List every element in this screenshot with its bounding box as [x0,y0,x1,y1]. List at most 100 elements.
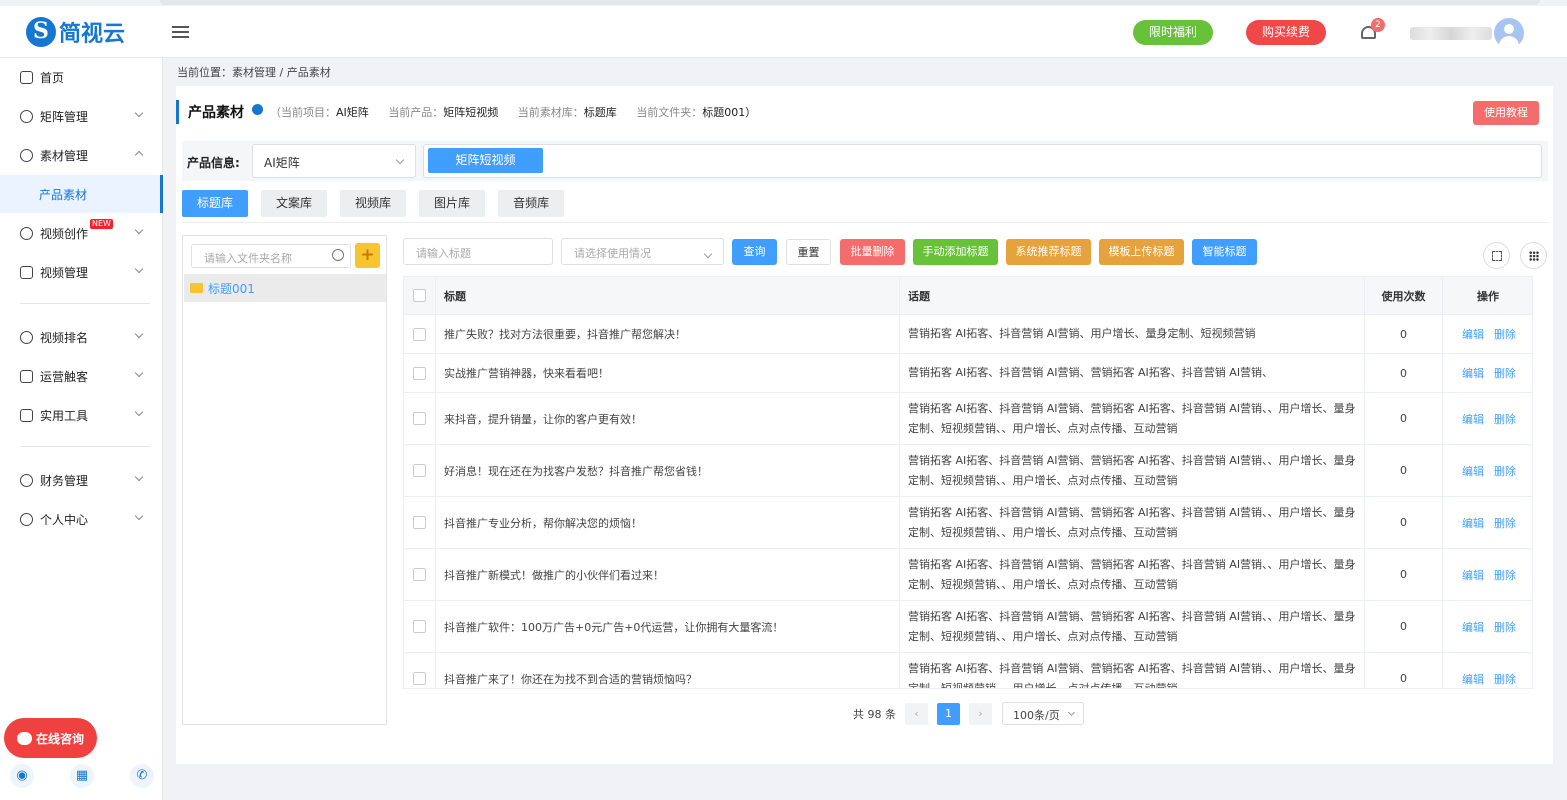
sidebar-item-matrix[interactable]: 矩阵管理 [0,97,163,135]
query-button[interactable]: 查询 [732,239,777,265]
smart-title-button[interactable]: 智能标题 [1192,239,1257,265]
usage-select[interactable]: 请选择使用情况 [561,238,724,265]
tab-video-library[interactable]: 视频库 [340,190,407,217]
notification-bell-icon[interactable]: 2 [1360,18,1385,42]
template-upload-button[interactable]: 模板上传标题 [1099,239,1184,265]
batch-delete-button[interactable]: 批量删除 [840,239,905,265]
page-title: 产品素材 [188,105,244,121]
row-count: 0 [1365,601,1443,652]
buy-renew-button[interactable]: 购买续费 [1246,20,1326,45]
delete-link[interactable]: 删除 [1494,567,1516,583]
tab-title-library[interactable]: 标题库 [182,190,249,217]
row-checkbox[interactable] [413,516,426,529]
column-settings-icon[interactable] [1520,242,1547,269]
title-search-input[interactable]: 请输入标题 [403,238,553,265]
delete-link[interactable]: 删除 [1494,463,1516,479]
coin-icon [20,473,33,487]
delete-link[interactable]: 删除 [1494,326,1516,342]
product-info-label: 产品信息: [187,156,240,170]
sidebar-item-home[interactable]: 首页 [0,58,163,96]
row-count: 0 [1365,445,1443,496]
edit-link[interactable]: 编辑 [1462,515,1484,531]
project-select[interactable]: AI矩阵 [252,144,416,178]
row-checkbox[interactable] [413,327,426,341]
sidebar-item-operation[interactable]: 运营触客 [0,357,163,395]
delete-link[interactable]: 删除 [1494,515,1516,531]
sidebar-item-video-rank[interactable]: 视频排名 [0,318,163,356]
sidebar-item-tools[interactable]: 实用工具 [0,396,163,434]
page-button[interactable]: 1 [937,702,960,725]
sidebar-item-video-create[interactable]: 视频创作 NEW [0,214,163,252]
edit-link[interactable]: 编辑 [1462,326,1484,342]
edit-link[interactable]: 编辑 [1462,463,1484,479]
chevron-down-icon [134,225,144,235]
chevron-down-icon [134,264,144,274]
edit-link[interactable]: 编辑 [1462,567,1484,583]
delete-link[interactable]: 删除 [1494,619,1516,635]
sidebar-item-material[interactable]: 素材管理 [0,136,163,174]
chevron-up-icon [134,150,144,160]
online-consult-button[interactable]: 在线咨询 [4,718,97,758]
top-header: 简视云 限时福利 购买续费 2 [0,6,1567,58]
avatar[interactable] [1494,18,1524,48]
row-count: 0 [1365,653,1443,688]
chevron-down-icon [134,368,144,378]
delete-link[interactable]: 删除 [1494,365,1516,381]
sidebar-item-finance[interactable]: 财务管理 [0,461,163,499]
table-row: 推广失败？找对方法很重要，抖音推广帮您解决！ 营销拓客 AI拓客、抖音营销 AI营… [404,315,1532,354]
folder-tree: 请输入文件夹名称 + 标题001 [182,235,387,725]
fullscreen-icon[interactable] [1483,242,1510,269]
folder-search-input[interactable]: 请输入文件夹名称 [191,244,351,268]
row-checkbox[interactable] [413,366,426,380]
row-checkbox[interactable] [413,568,426,581]
col-topic: 话题 [900,277,1365,314]
edit-link[interactable]: 编辑 [1462,619,1484,635]
folder-icon [190,283,203,293]
col-action: 操作 [1477,289,1499,303]
tab-image-library[interactable]: 图片库 [419,190,486,217]
sidebar-item-profile[interactable]: 个人中心 [0,500,163,538]
chevron-down-icon [134,511,144,521]
edit-link[interactable]: 编辑 [1462,365,1484,381]
table-row: 好消息！现在还在为找客户发愁？抖音推广帮您省钱！ 营销拓客 AI拓客、抖音营销 A… [404,445,1532,497]
wechat-icon[interactable]: ◉ [10,764,34,788]
row-title: 来抖音，提升销量，让你的客户更有效！ [436,393,900,444]
phone-icon[interactable]: ✆ [130,764,154,788]
tab-audio-library[interactable]: 音频库 [498,190,565,217]
select-all-checkbox[interactable] [413,289,426,302]
menu-collapse-icon[interactable] [172,26,189,40]
edit-link[interactable]: 编辑 [1462,671,1484,687]
qrcode-icon[interactable]: ▦ [70,764,94,788]
delete-link[interactable]: 删除 [1494,411,1516,427]
folder-node[interactable]: 标题001 [184,274,386,302]
prev-page-button[interactable]: ‹ [905,702,928,725]
logo[interactable]: 简视云 [26,15,125,49]
row-checkbox[interactable] [413,620,426,633]
delete-link[interactable]: 删除 [1494,671,1516,687]
sidebar-item-video-manage[interactable]: 视频管理 [0,253,163,291]
info-icon[interactable] [252,103,263,115]
tutorial-button[interactable]: 使用教程 [1473,101,1539,125]
logo-mark-icon [26,17,56,47]
search-icon[interactable] [332,249,344,261]
row-checkbox[interactable] [413,412,426,425]
username-blurred[interactable] [1410,27,1492,40]
product-tag[interactable]: 矩阵短视频 [428,148,543,173]
table-row: 抖音推广专业分析，帮你解决您的烦恼！ 营销拓客 AI拓客、抖音营销 AI营销、营销… [404,497,1532,549]
page-size-select[interactable]: 100条/页 [1002,702,1084,725]
manual-add-button[interactable]: 手动添加标题 [913,239,998,265]
content-panel: 产品素材 （当前项目：AI矩阵 当前产品：矩阵短视频 当前素材库：标题库 当前文… [176,86,1553,764]
row-checkbox[interactable] [413,464,426,477]
system-recommend-button[interactable]: 系统推荐标题 [1006,239,1091,265]
sidebar-item-product-material[interactable]: 产品素材 [0,175,163,213]
row-topic: 营销拓客 AI拓客、抖音营销 AI营销、营销拓客 AI拓客、抖音营销 AI营销、 [900,354,1365,392]
promo-button[interactable]: 限时福利 [1133,20,1213,45]
table-header: 标题 话题 使用次数 操作 [404,277,1532,315]
edit-link[interactable]: 编辑 [1462,411,1484,427]
tab-copy-library[interactable]: 文案库 [261,190,328,217]
next-page-button[interactable]: › [969,702,992,725]
reset-button[interactable]: 重置 [786,239,831,265]
row-topic: 营销拓客 AI拓客、抖音营销 AI营销、营销拓客 AI拓客、抖音营销 AI营销、… [900,601,1365,652]
row-checkbox[interactable] [413,672,426,685]
add-folder-button[interactable]: + [355,243,380,268]
